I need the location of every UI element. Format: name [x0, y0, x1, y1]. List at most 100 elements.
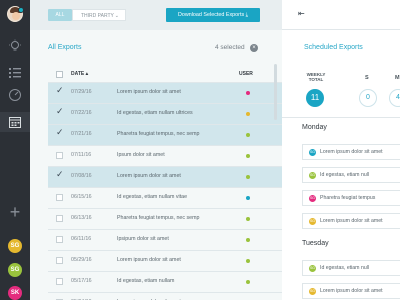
scheduled-item[interactable]: SG Id egestas, etiam null	[302, 260, 400, 276]
day-count[interactable]: 4	[389, 89, 400, 107]
user-column-header[interactable]: USER	[239, 71, 253, 77]
row-date: 06/13/16	[71, 215, 92, 221]
sidebar: + SG SG SK	[0, 0, 30, 300]
scheduled-item-text: Pharetra feugiat tempus	[320, 195, 376, 201]
scheduled-item[interactable]: SG Pharetra feugiat tempus	[302, 190, 400, 206]
avatar-face	[12, 12, 20, 20]
user-indicator	[246, 238, 250, 242]
clear-selection-icon[interactable]: ×	[250, 44, 258, 52]
scheduled-item[interactable]: SG Id egestas, etiam null	[302, 167, 400, 183]
table-row[interactable]: 06/15/16 Id egestas, etiam nullam vitae	[48, 187, 284, 208]
divider	[282, 117, 400, 118]
user-chip: SG	[309, 265, 316, 272]
user-chip[interactable]: SG	[8, 239, 22, 253]
table-row[interactable]: 05/04/16Lorem ipsum dolor sit amet	[48, 292, 284, 300]
day-label: S	[365, 75, 369, 81]
row-checkbox[interactable]	[56, 152, 63, 159]
collapse-panel-icon[interactable]: ⇤	[298, 9, 305, 18]
row-checkbox[interactable]	[56, 257, 63, 264]
user-indicator	[246, 91, 250, 95]
row-date: 05/17/16	[71, 278, 92, 284]
table-row[interactable]: 06/11/16 Ipsipum dolor sit amet	[48, 229, 284, 250]
tab-third-party[interactable]: THIRD PARTY ⌄	[72, 9, 126, 21]
row-date: 07/21/16	[71, 131, 92, 137]
table-row[interactable]: ✓ 07/22/16 Id egestas, etiam nullam ultric…	[48, 103, 284, 124]
day-group-title: Tuesday	[302, 240, 329, 247]
user-chip[interactable]: SG	[8, 263, 22, 277]
user-chip: SG	[309, 195, 316, 202]
row-date: 07/29/16	[71, 89, 92, 95]
user-indicator	[246, 175, 250, 179]
notification-badge	[18, 7, 24, 13]
table-row[interactable]: ✓ 07/08/16 Lorem ipsum dolor sit amet	[48, 166, 284, 187]
row-description: Id egestas, etiam nullam vitae	[117, 194, 188, 200]
selected-count: 4 selected	[215, 44, 245, 51]
row-checkbox[interactable]	[56, 215, 63, 222]
page-title: All Exports	[48, 44, 82, 51]
check-icon[interactable]: ✓	[56, 127, 64, 138]
row-description: Lorem ipsum dolor sit amet	[117, 89, 181, 95]
chevron-down-icon: ⌄	[114, 13, 119, 19]
row-description: Id egestas, etiam nullam	[117, 278, 175, 284]
user-indicator	[246, 259, 250, 263]
user-chip: SG	[309, 149, 316, 156]
scheduled-item[interactable]: SG Lorem ipsum dolor sit amet	[302, 144, 400, 160]
calendar-icon[interactable]	[8, 115, 22, 129]
tab-all[interactable]: ALL	[48, 9, 72, 21]
row-date: 07/08/16	[71, 173, 92, 179]
check-icon[interactable]: ✓	[56, 85, 64, 96]
table-row[interactable]: 05/17/16 Id egestas, etiam nullam	[48, 271, 284, 292]
scheduled-item-text: Id egestas, etiam null	[320, 265, 370, 271]
user-chip: SG	[309, 172, 316, 179]
row-date: 06/11/16	[71, 236, 92, 242]
download-selected-button[interactable]: Download Selected Exports ⤓	[166, 8, 260, 22]
user-chip: SG	[309, 288, 316, 295]
scheduled-item-text: Lorem ipsum dolor sit amet	[320, 288, 383, 294]
table-body: ✓ 07/29/16 Lorem ipsum dolor sit amet ✓ 07/2…	[48, 82, 284, 300]
weekly-total-label: WEEKLY TOTAL	[306, 72, 326, 82]
scheduled-item[interactable]: SG Lorem ipsum dolor sit amet	[302, 283, 400, 299]
table-row[interactable]: 07/11/16 Ipsum dolor sit amet	[48, 145, 284, 166]
table-row[interactable]: ✓ 07/21/16 Pharetra feugiat tempus, nec se…	[48, 124, 284, 145]
row-description: Pharetra feugiat tempus, nec semp	[117, 215, 200, 221]
row-checkbox[interactable]	[56, 236, 63, 243]
table-header: DATE ▴ USER	[48, 68, 284, 82]
day-count[interactable]: 0	[359, 89, 377, 107]
table-row[interactable]: ✓ 07/29/16 Lorem ipsum dolor sit amet	[48, 82, 284, 103]
scrollbar[interactable]	[274, 64, 277, 120]
select-all-checkbox[interactable]	[56, 71, 63, 78]
user-indicator	[246, 154, 250, 158]
row-description: Ipsipum dolor sit amet	[117, 236, 169, 242]
row-date: 05/29/16	[71, 257, 92, 263]
exports-table: DATE ▴ USER ✓ 07/29/16 Lorem ipsum dolor s…	[48, 68, 284, 300]
day-group-title: Monday	[302, 124, 327, 131]
user-indicator	[246, 280, 250, 284]
dashboard-icon[interactable]	[8, 88, 22, 102]
row-checkbox[interactable]	[56, 278, 63, 285]
row-description: Lorem ipsum dolor sit amet	[117, 257, 181, 263]
row-description: Ipsum dolor sit amet	[117, 152, 165, 158]
date-column-header[interactable]: DATE ▴	[71, 71, 88, 77]
plus-icon[interactable]: +	[8, 203, 22, 221]
exports-panel: ALL THIRD PARTY ⌄ Download Selected Expo…	[30, 0, 284, 300]
scheduled-item-text: Id egestas, etiam null	[320, 172, 370, 178]
row-checkbox[interactable]	[56, 194, 63, 201]
user-indicator	[246, 217, 250, 221]
check-icon[interactable]: ✓	[56, 169, 64, 180]
user-indicator	[246, 196, 250, 200]
row-description: Lorem ipsum dolor sit amet	[117, 173, 181, 179]
row-date: 07/22/16	[71, 110, 92, 116]
table-row[interactable]: 06/13/16 Pharetra feugiat tempus, nec sem…	[48, 208, 284, 229]
list-icon[interactable]	[8, 66, 22, 80]
scheduled-item-text: Lorem ipsum dolor sit amet	[320, 149, 383, 155]
user-chip[interactable]: SK	[8, 286, 22, 300]
scheduled-panel: ⇤ Scheduled Exports WEEKLY TOTAL 11 S 0 …	[282, 0, 400, 300]
day-label: M	[395, 75, 400, 81]
lightbulb-icon[interactable]	[8, 39, 22, 53]
check-icon[interactable]: ✓	[56, 106, 64, 117]
user-indicator	[246, 112, 250, 116]
tab-third-party-label: THIRD PARTY	[81, 13, 114, 19]
scheduled-item[interactable]: SG Lorem ipsum dolor sit amet	[302, 213, 400, 229]
table-row[interactable]: 05/29/16 Lorem ipsum dolor sit amet	[48, 250, 284, 271]
weekly-total-value: 11	[306, 89, 324, 107]
